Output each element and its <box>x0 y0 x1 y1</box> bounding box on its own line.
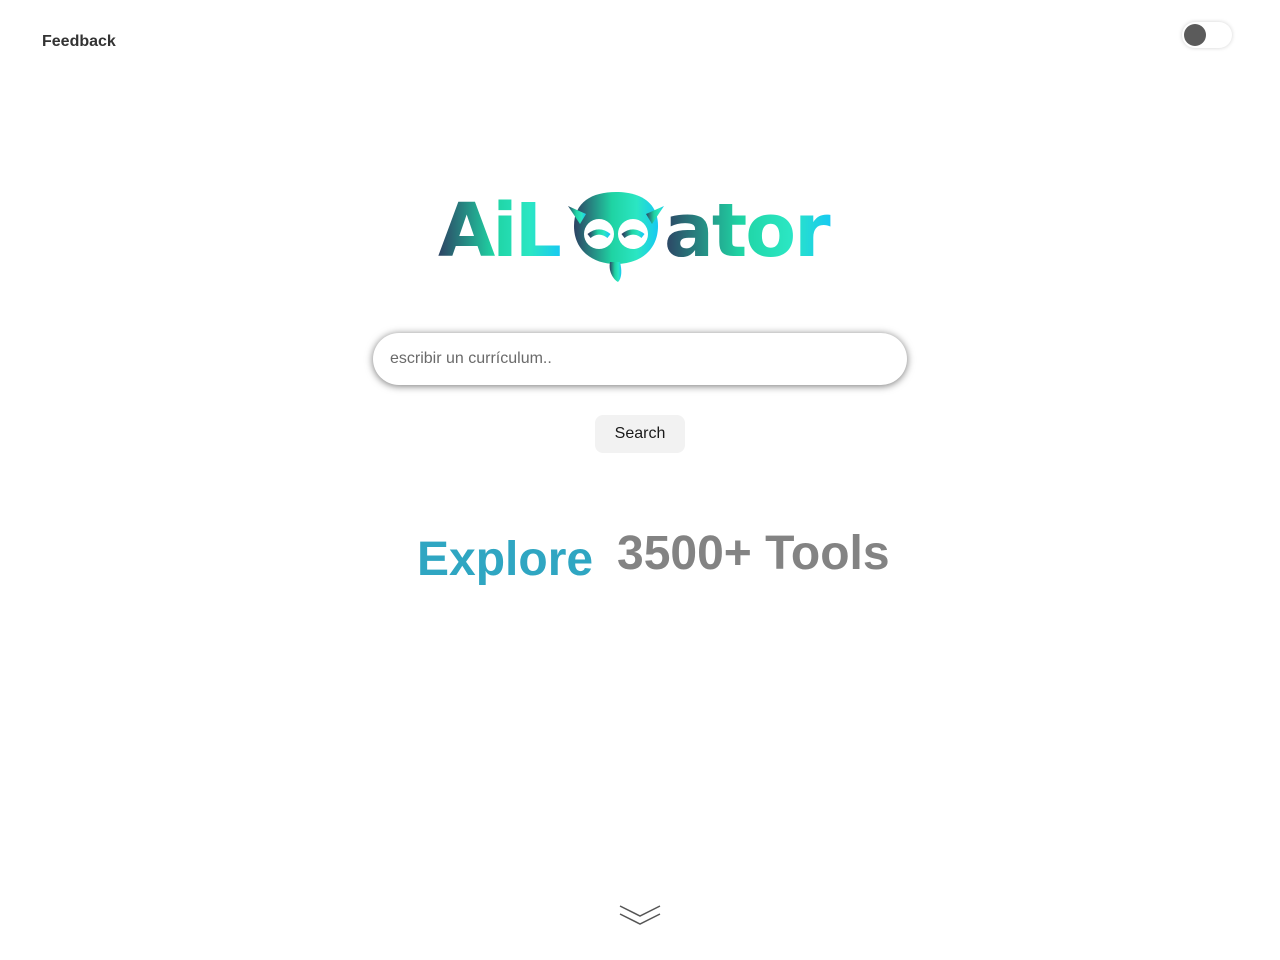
feedback-link[interactable]: Feedback <box>42 33 116 51</box>
logo-left-text: AiL <box>438 188 561 274</box>
theme-toggle[interactable] <box>1182 22 1232 48</box>
owl-icon <box>568 192 664 282</box>
logo-right-text: ator <box>664 188 831 274</box>
landing-page: Feedback AiL ator AiL ator escribir un c… <box>0 0 1280 960</box>
search-input[interactable] <box>373 333 907 385</box>
double-chevron-down-icon[interactable] <box>618 902 662 930</box>
theme-toggle-knob <box>1184 24 1206 46</box>
explore-heading: Explore <box>417 533 594 586</box>
tools-count-heading: 3500+ Tools <box>617 527 890 580</box>
search-box <box>373 333 907 385</box>
ailocator-logo: AiL ator AiL ator <box>438 188 833 282</box>
search-button[interactable]: Search <box>595 415 685 453</box>
